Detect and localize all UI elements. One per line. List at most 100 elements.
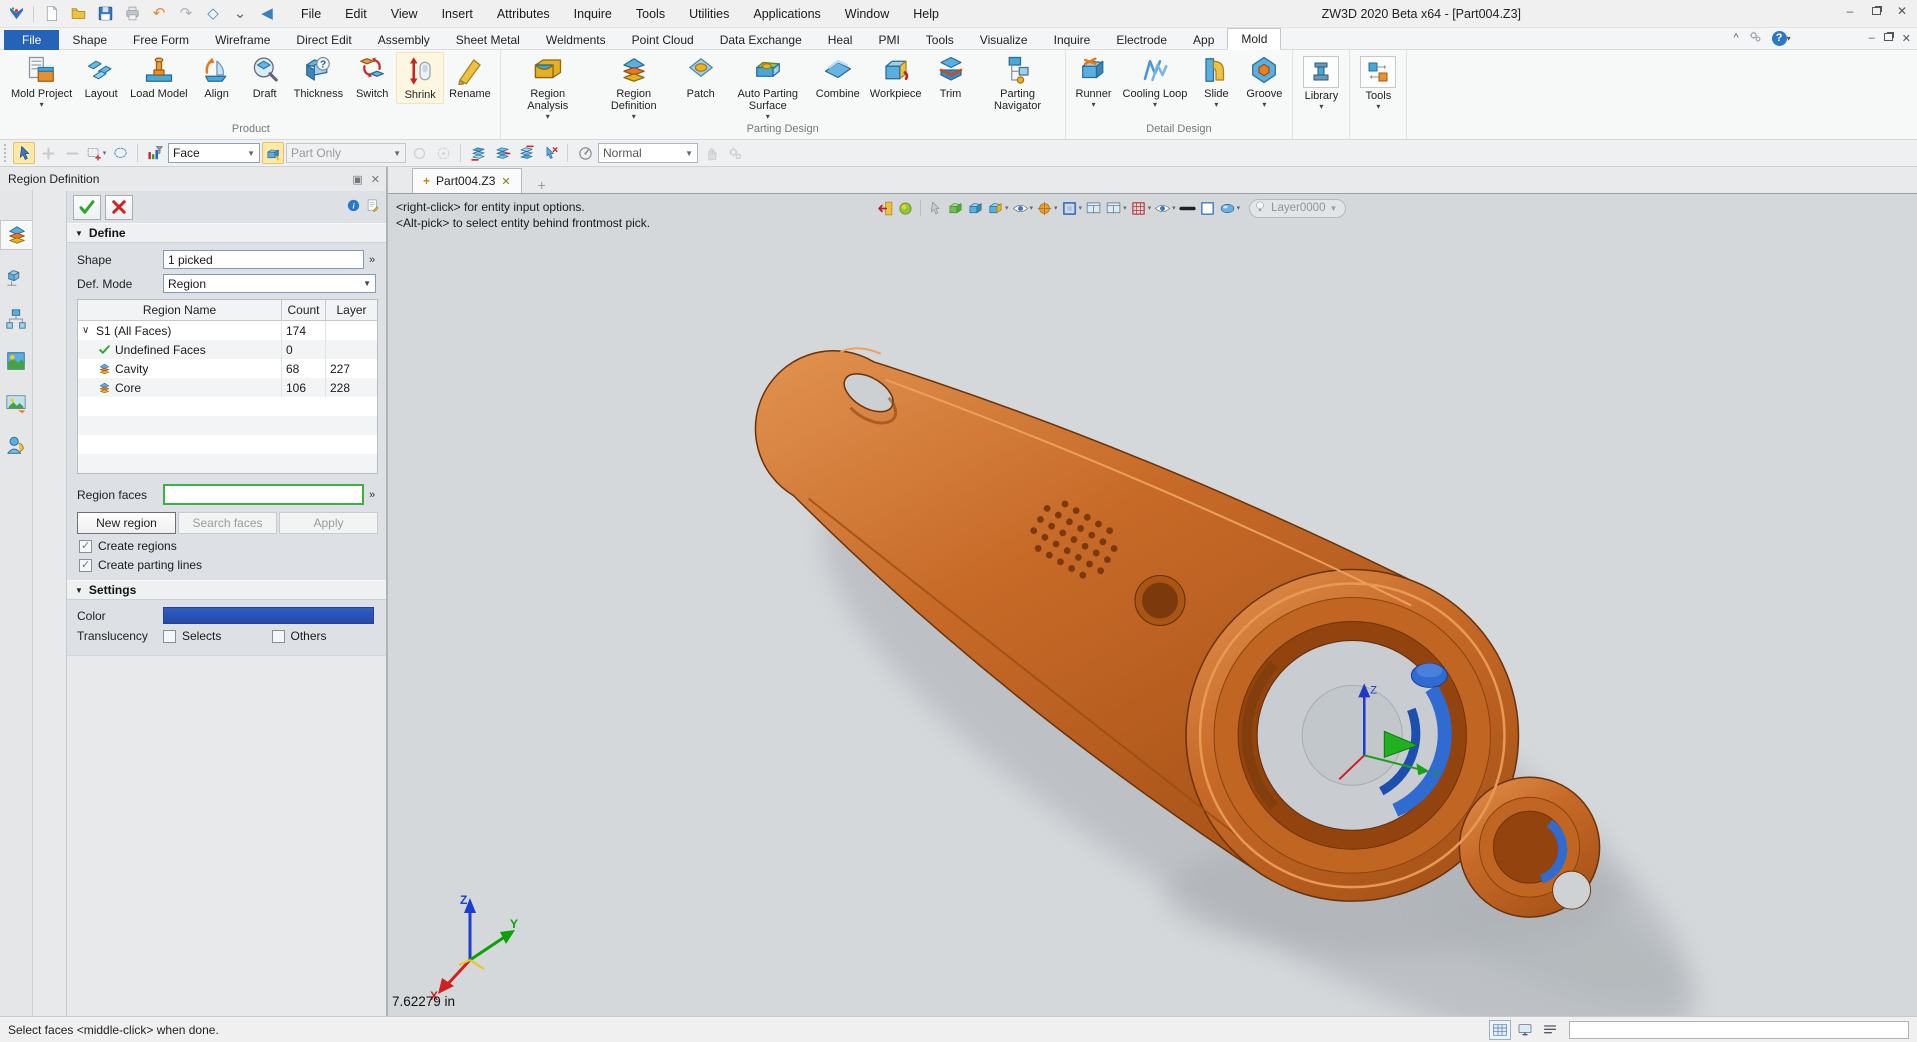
ribbon-tab-inquire[interactable]: Inquire	[1041, 30, 1104, 50]
add-pick-icon[interactable]	[37, 142, 59, 164]
pick-arrow-icon[interactable]	[13, 142, 35, 164]
open-file-icon[interactable]	[68, 4, 88, 24]
pick-region-icon[interactable]	[408, 142, 430, 164]
appearance-icon[interactable]: ▾	[1219, 198, 1240, 218]
ribbon-tab-shape[interactable]: Shape	[59, 30, 120, 50]
menu-attributes[interactable]: Attributes	[487, 4, 560, 24]
layer-select[interactable]: Layer0000 ▼	[1249, 198, 1347, 218]
checkbox-create-parting-lines[interactable]: Create parting lines	[67, 555, 386, 574]
slide-button[interactable]: Slide ▾	[1192, 52, 1240, 111]
checkbox-create-regions[interactable]: Create regions	[67, 536, 386, 555]
define-section-header[interactable]: ▼ Define	[67, 223, 386, 243]
new-region-button[interactable]: New region	[77, 512, 176, 534]
status-list-icon[interactable]	[1539, 1020, 1561, 1040]
ribbon-tab-pmi[interactable]: PMI	[865, 30, 912, 50]
checkbox-icon[interactable]	[271, 629, 285, 643]
cooling-loop-button[interactable]: Cooling Loop ▾	[1118, 52, 1193, 111]
ribbon-tab-wireframe[interactable]: Wireframe	[202, 30, 283, 50]
table-row-s1-all-faces-[interactable]: ∨ S1 (All Faces) 174	[78, 321, 377, 340]
section-grid-icon[interactable]: ▾	[1130, 198, 1151, 218]
menu-inquire[interactable]: Inquire	[564, 4, 622, 24]
remove-pick-icon[interactable]	[61, 142, 83, 164]
apply-button[interactable]: Apply	[279, 512, 378, 534]
tools-button[interactable]: Tools ▾	[1354, 52, 1402, 113]
exit-input-icon[interactable]	[877, 198, 894, 218]
menu-edit[interactable]: Edit	[335, 4, 377, 24]
info-icon[interactable]: i	[346, 198, 361, 216]
settings-section-header[interactable]: ▼ Settings	[67, 580, 386, 600]
restore-icon[interactable]	[1869, 4, 1883, 18]
menu-tools[interactable]: Tools	[626, 4, 675, 24]
background-icon[interactable]	[1199, 198, 1216, 218]
cancel-button[interactable]	[105, 194, 133, 220]
parting-navigator-button[interactable]: Parting Navigator	[975, 52, 1061, 114]
role-manager-icon[interactable]	[1, 430, 31, 460]
status-grid-icon[interactable]	[1489, 1019, 1511, 1040]
view-manager-icon[interactable]	[1, 388, 31, 418]
checkbox-icon[interactable]	[163, 629, 176, 643]
expand-icon[interactable]: ∨	[82, 325, 92, 336]
close-panel-icon[interactable]: ✕	[371, 173, 380, 186]
save-icon[interactable]	[95, 4, 115, 24]
ribbon-tab-electrode[interactable]: Electrode	[1103, 30, 1180, 50]
mold-project-button[interactable]: Mold Project ▾	[6, 52, 77, 111]
region-faces-options-icon[interactable]: »	[364, 489, 380, 501]
region-color-swatch[interactable]	[163, 607, 374, 624]
new-tab-button[interactable]: +	[532, 177, 552, 193]
search-faces-button[interactable]: Search faces	[178, 512, 277, 534]
close-icon[interactable]: ✕	[1895, 4, 1909, 18]
pick-scope-combo[interactable]: Part Only ▼	[286, 143, 406, 163]
pick-gimbal-icon[interactable]	[432, 142, 454, 164]
point-style-icon[interactable]: ▾	[1036, 198, 1058, 218]
marquee-pick-icon[interactable]: ▾	[85, 142, 107, 164]
menu-window[interactable]: Window	[835, 4, 899, 24]
insert-first-icon[interactable]	[467, 142, 489, 164]
tab-close-icon[interactable]: ✕	[501, 175, 510, 188]
status-monitor-icon[interactable]	[1514, 1020, 1536, 1040]
filter-icon[interactable]	[144, 142, 166, 164]
checkbox-others[interactable]: Others	[271, 629, 381, 643]
patch-button[interactable]: Patch	[677, 52, 725, 102]
ribbon-tab-assembly[interactable]: Assembly	[365, 30, 443, 50]
document-tab[interactable]: + Part004.Z3 ✕	[412, 168, 522, 193]
ribbon-tab-direct-edit[interactable]: Direct Edit	[283, 30, 364, 50]
trim-button[interactable]: Trim	[927, 52, 975, 102]
toolbar-grip[interactable]	[4, 144, 8, 162]
ribbon-tab-tools[interactable]: Tools	[913, 30, 967, 50]
menu-view[interactable]: View	[381, 4, 428, 24]
app-logo-icon[interactable]	[6, 4, 26, 24]
menu-utilities[interactable]: Utilities	[679, 4, 739, 24]
ribbon-tab-heal[interactable]: Heal	[815, 30, 866, 50]
print-icon[interactable]	[122, 4, 142, 24]
entity-filter-combo[interactable]: Face ▼	[168, 143, 260, 163]
region-analysis-button[interactable]: Region Analysis ▾	[505, 52, 591, 123]
rename-button[interactable]: Rename	[444, 52, 496, 102]
region-definition-button[interactable]: Region Definition ▾	[591, 52, 677, 123]
curve-style-icon[interactable]: ▾	[1061, 198, 1082, 218]
ok-button[interactable]	[73, 194, 101, 220]
history-manager-icon[interactable]	[1, 304, 31, 334]
lasso-pick-icon[interactable]	[109, 142, 131, 164]
float-panel-icon[interactable]: ▣	[352, 173, 362, 186]
notes-icon[interactable]	[365, 198, 380, 216]
menu-help[interactable]: Help	[903, 4, 949, 24]
doc-restore-icon[interactable]	[1883, 32, 1893, 44]
status-input[interactable]	[1569, 1020, 1909, 1039]
switch-button[interactable]: Switch	[348, 52, 396, 102]
menu-file[interactable]: File	[291, 4, 331, 24]
layout-button[interactable]: Layout	[77, 52, 125, 102]
pick-add-icon[interactable]	[927, 198, 944, 218]
ribbon-tab-visualize[interactable]: Visualize	[967, 30, 1041, 50]
insert-last-icon[interactable]	[515, 142, 537, 164]
library-button[interactable]: Library ▾	[1297, 52, 1345, 113]
checkbox-selects[interactable]: Selects	[163, 629, 272, 643]
load-model-button[interactable]: Load Model	[125, 52, 193, 102]
inherit-color-icon[interactable]	[897, 198, 914, 218]
assembly-manager-icon[interactable]	[1, 262, 31, 292]
display-mode-icon[interactable]: ▾	[987, 198, 1009, 218]
thickness-button[interactable]: ? Thickness	[289, 52, 349, 102]
shade-part-icon[interactable]	[967, 198, 984, 218]
toolbar-options-icon[interactable]: ⌄	[230, 4, 250, 24]
show-hide-icon[interactable]: ▾	[1012, 198, 1033, 218]
ribbon-tab-point-cloud[interactable]: Point Cloud	[619, 30, 707, 50]
